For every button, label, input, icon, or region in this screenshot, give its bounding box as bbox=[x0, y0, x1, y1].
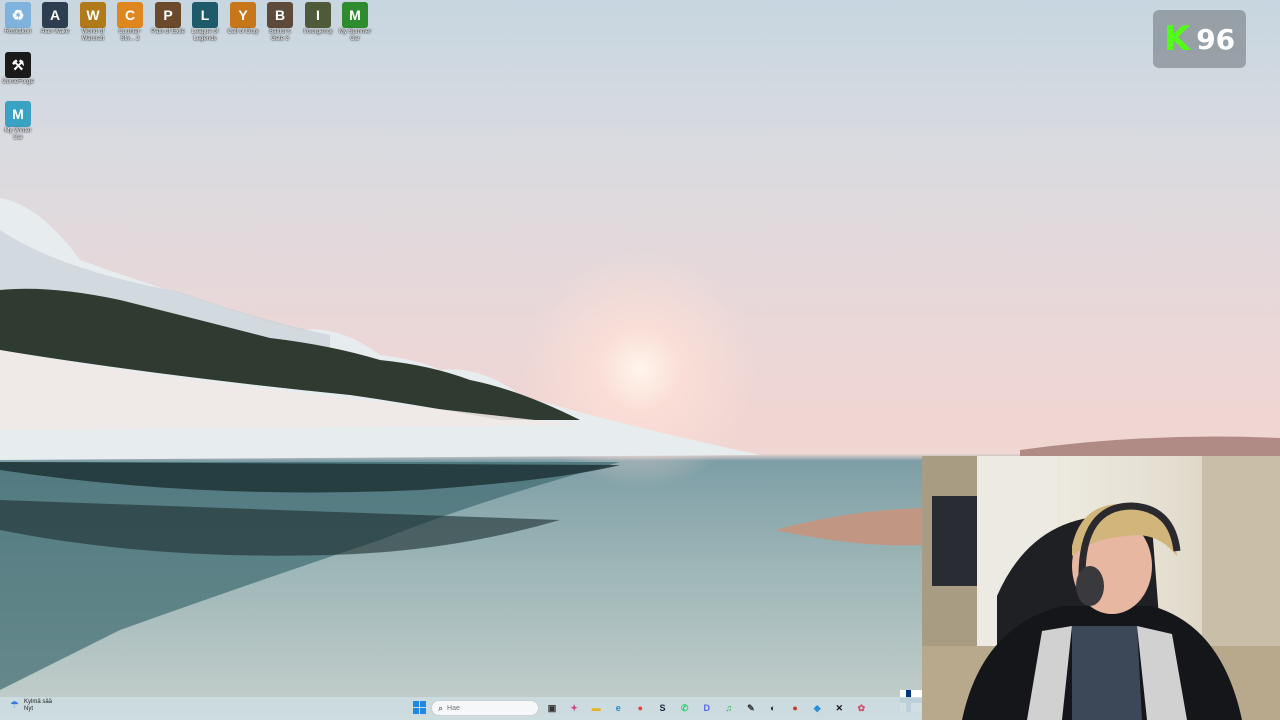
desktop-shortcut[interactable]: C Counter-Stri... 2 bbox=[112, 2, 148, 43]
desktop-shortcut-label: Counter-Stri... 2 bbox=[118, 29, 142, 42]
desktop-shortcut[interactable]: Y Call of Duty bbox=[225, 2, 261, 36]
desktop-shortcut[interactable]: W World of Warcraft bbox=[75, 2, 111, 43]
viewer-count-badge: K 96 bbox=[1153, 10, 1246, 68]
desktop-shortcut-label: Baldur's Gate 3 bbox=[269, 29, 291, 42]
curseforge-icon: ⚒ bbox=[5, 52, 31, 78]
steam-icon[interactable]: S bbox=[656, 701, 670, 715]
task-view-icon[interactable]: ▣ bbox=[545, 701, 559, 715]
taskbar: ☂ Kylmä sää Nyt ⌕ ▣ ✦ ▬ e ● S ✆ D ♫ ✎ ◐ ● ◆ ✕ ✿ bbox=[0, 697, 922, 720]
webcam-overlay bbox=[922, 456, 1280, 720]
desktop-shortcut[interactable]: M My Winter Car bbox=[0, 101, 36, 142]
alan-wake-icon: A bbox=[42, 2, 68, 28]
taskbar-search[interactable]: ⌕ bbox=[431, 700, 539, 716]
discord-icon[interactable]: D bbox=[700, 701, 714, 715]
desktop-shortcut-label: Path of Exile bbox=[151, 29, 185, 35]
whatsapp-icon[interactable]: ✆ bbox=[678, 701, 692, 715]
world-of-warcraft-icon: W bbox=[80, 2, 106, 28]
desktop-shortcut-label: My Summer Car bbox=[338, 29, 372, 42]
weather-widget[interactable]: ☂ Kylmä sää Nyt bbox=[10, 699, 52, 713]
app-icon-6[interactable]: ✿ bbox=[854, 701, 868, 715]
file-explorer-icon[interactable]: ▬ bbox=[589, 701, 603, 715]
path-of-exile-icon: P bbox=[155, 2, 181, 28]
weather-sub: Nyt bbox=[24, 706, 33, 712]
start-logo-tile bbox=[413, 701, 419, 707]
recycle-bin-icon: ♻ bbox=[5, 2, 31, 28]
desktop-shortcut-label: Roskakori bbox=[4, 29, 32, 35]
desktop-shortcut[interactable]: L League of Legends bbox=[187, 2, 223, 43]
desktop-shortcut-label: Call of Duty bbox=[227, 29, 259, 35]
call-of-duty-icon: Y bbox=[230, 2, 256, 28]
weather-label: Kylmä sää bbox=[24, 699, 53, 705]
desktop-shortcut[interactable]: M My Summer Car bbox=[337, 2, 373, 43]
app-icon-1[interactable]: ✎ bbox=[744, 701, 758, 715]
chrome-icon[interactable]: ● bbox=[633, 701, 647, 715]
my-summer-car-icon: M bbox=[342, 2, 368, 28]
desktop-shortcut-label: Insurgency bbox=[303, 29, 333, 35]
league-of-legends-icon: L bbox=[192, 2, 218, 28]
app-icon-4[interactable]: ◆ bbox=[810, 701, 824, 715]
webcam-image bbox=[922, 456, 1280, 720]
desktop-shortcut[interactable]: P Path of Exile bbox=[150, 2, 186, 36]
app-icon-2[interactable]: ◐ bbox=[766, 701, 780, 715]
start-logo-tile bbox=[420, 708, 426, 714]
desktop-shortcut[interactable]: A Alan Wake bbox=[37, 2, 73, 36]
edge-icon[interactable]: e bbox=[611, 701, 625, 715]
desktop-shortcut-label: My Winter Car bbox=[4, 128, 32, 141]
spotify-icon[interactable]: ♫ bbox=[722, 701, 736, 715]
my-winter-car-icon: M bbox=[5, 101, 31, 127]
start-button[interactable] bbox=[413, 701, 426, 714]
desktop-shortcut[interactable]: B Baldur's Gate 3 bbox=[262, 2, 298, 43]
app-icon-5[interactable]: ✕ bbox=[832, 701, 846, 715]
desktop-shortcut-label: CurseForge bbox=[2, 79, 34, 85]
search-icon: ⌕ bbox=[438, 702, 444, 713]
viewer-count: 96 bbox=[1196, 22, 1236, 56]
counter-strike-icon: C bbox=[117, 2, 143, 28]
start-logo-tile bbox=[413, 708, 419, 714]
baldurs-gate-icon: B bbox=[267, 2, 293, 28]
desktop-shortcut[interactable]: ⚒ CurseForge bbox=[0, 52, 36, 86]
kick-logo-icon: K bbox=[1163, 19, 1191, 59]
insurgency-icon: I bbox=[305, 2, 331, 28]
app-icon-3[interactable]: ● bbox=[788, 701, 802, 715]
desktop-shortcut[interactable]: I Insurgency bbox=[300, 2, 336, 36]
weather-icon: ☂ bbox=[10, 700, 19, 711]
search-input[interactable] bbox=[447, 704, 528, 712]
copilot-icon[interactable]: ✦ bbox=[567, 701, 581, 715]
desktop-shortcut[interactable]: ♻ Roskakori bbox=[0, 2, 36, 36]
desktop-shortcut-label: World of Warcraft bbox=[81, 29, 105, 42]
desktop-shortcut-label: Alan Wake bbox=[40, 29, 70, 35]
desktop-shortcut-label: League of Legends bbox=[191, 29, 219, 42]
start-logo-tile bbox=[420, 701, 426, 707]
